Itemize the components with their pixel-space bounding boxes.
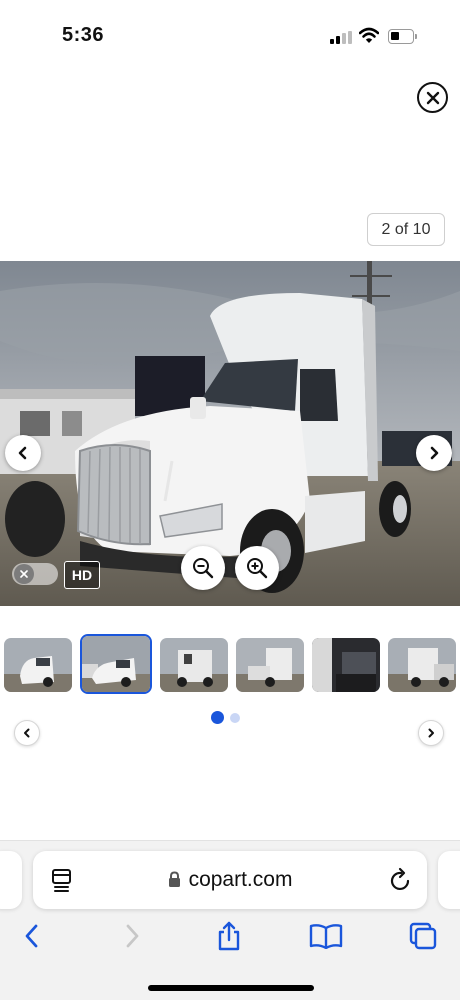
zoom-in-icon (247, 558, 268, 579)
pager-dots (211, 709, 247, 725)
pager-dot-active[interactable] (211, 711, 224, 724)
photo-counter: 2 of 10 (367, 213, 445, 246)
back-button[interactable] (14, 918, 50, 954)
hd-toggle-knob (14, 564, 34, 584)
url-text: copart.com (188, 868, 293, 891)
chevron-left-icon (24, 728, 30, 738)
status-time: 5:36 (62, 24, 105, 46)
pager-dot[interactable] (230, 713, 240, 723)
forward-icon (126, 924, 139, 948)
next-tab-preview[interactable] (438, 851, 460, 909)
battery-icon (388, 29, 418, 44)
back-icon (25, 924, 38, 948)
status-bar: 5:36 (0, 0, 460, 75)
forward-button[interactable] (114, 918, 150, 954)
thumbnail-next-button[interactable] (418, 720, 444, 746)
signal-icon (330, 31, 352, 44)
thumbnail[interactable] (312, 638, 380, 692)
close-button[interactable] (417, 82, 448, 113)
thumbnail-selected[interactable] (80, 634, 152, 694)
hd-toggle[interactable] (12, 563, 58, 585)
thumbnail[interactable] (236, 638, 304, 692)
thumbnail[interactable] (388, 638, 456, 692)
zoom-in-button[interactable] (235, 546, 279, 590)
zoom-out-button[interactable] (181, 546, 225, 590)
tabs-button[interactable] (405, 918, 441, 954)
previous-tab-preview[interactable] (0, 851, 22, 909)
share-button[interactable] (211, 918, 247, 954)
wifi-icon (359, 27, 379, 43)
bookmarks-button[interactable] (308, 918, 344, 954)
home-indicator[interactable] (148, 985, 314, 991)
share-icon (218, 921, 240, 951)
browser-bar: copart.com (0, 840, 460, 1000)
url-display[interactable]: copart.com (33, 851, 427, 909)
thumbnail[interactable] (4, 638, 72, 692)
address-bar[interactable]: copart.com (33, 851, 427, 909)
chevron-left-icon (18, 446, 27, 460)
close-icon (426, 91, 439, 104)
thumbnail[interactable] (160, 638, 228, 692)
thumbnail-prev-button[interactable] (14, 720, 40, 746)
next-photo-button[interactable] (416, 435, 452, 471)
prev-photo-button[interactable] (5, 435, 41, 471)
chevron-right-icon (430, 446, 439, 460)
x-icon (20, 570, 28, 578)
reload-icon[interactable] (389, 867, 413, 893)
thumbnail-strip (0, 632, 460, 696)
bookmarks-icon (309, 924, 343, 949)
chevron-right-icon (428, 728, 434, 738)
lock-icon (168, 870, 180, 887)
zoom-out-icon (193, 558, 214, 579)
tabs-icon (409, 922, 437, 950)
main-photo[interactable] (0, 261, 460, 606)
hd-button[interactable]: HD (64, 561, 100, 589)
